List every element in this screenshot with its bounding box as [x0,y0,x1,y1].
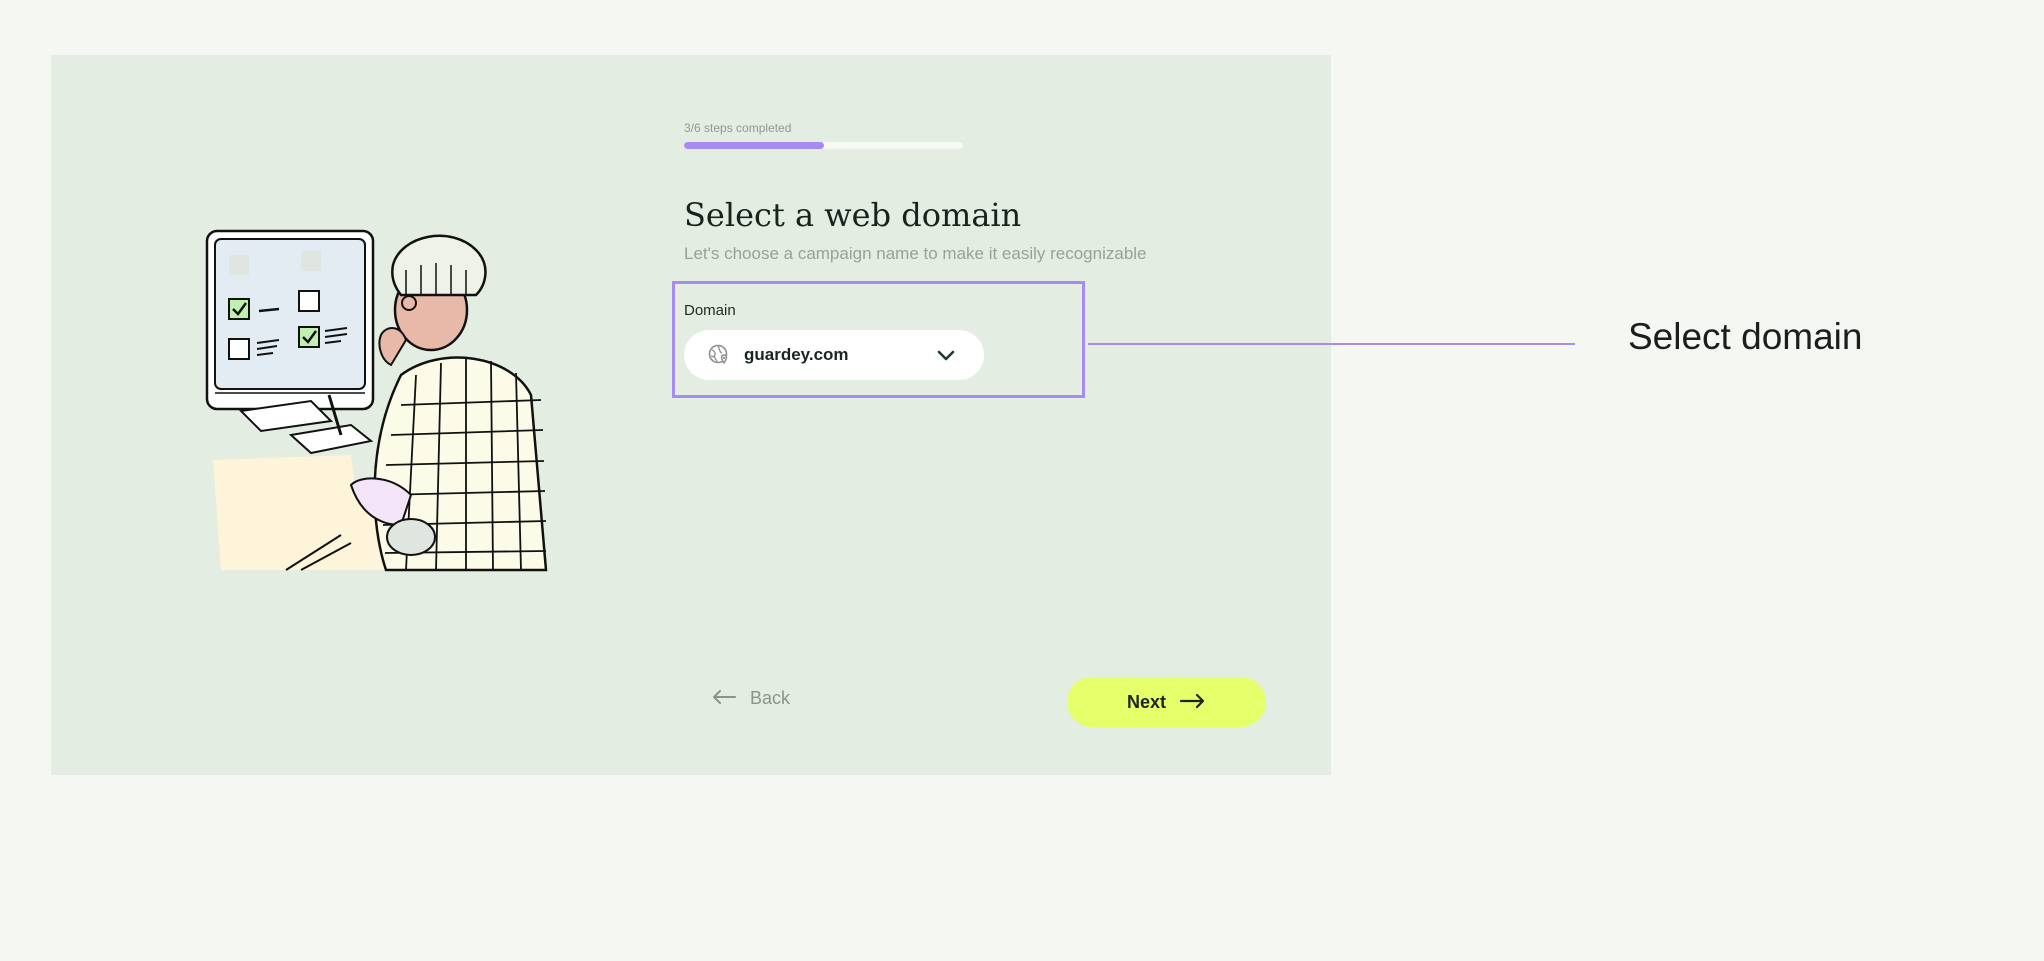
domain-select-value: guardey.com [744,345,849,364]
next-button[interactable]: Next [1067,677,1266,727]
page-subtitle: Let's choose a campaign name to make it … [684,244,1147,263]
callout-connector-line [1088,343,1575,345]
domain-select[interactable]: guardey.com [684,330,984,380]
onboarding-panel: 3/6 steps completed Select a web domain … [51,55,1331,775]
back-button[interactable]: Back [712,688,790,709]
progress-bar-fill [684,142,824,149]
arrow-left-icon [712,688,736,709]
progress-bar [684,142,963,149]
chevron-down-icon [936,345,956,365]
callout-label: Select domain [1628,316,1863,357]
person-at-computer-illustration [201,225,601,605]
back-button-label: Back [750,688,791,708]
progress-label: 3/6 steps completed [684,121,792,135]
next-button-label: Next [1126,691,1166,712]
domain-field-label: Domain [684,302,736,319]
arrow-right-icon [1179,692,1206,713]
globe-location-icon [708,344,730,366]
page-title: Select a web domain [684,196,1022,234]
